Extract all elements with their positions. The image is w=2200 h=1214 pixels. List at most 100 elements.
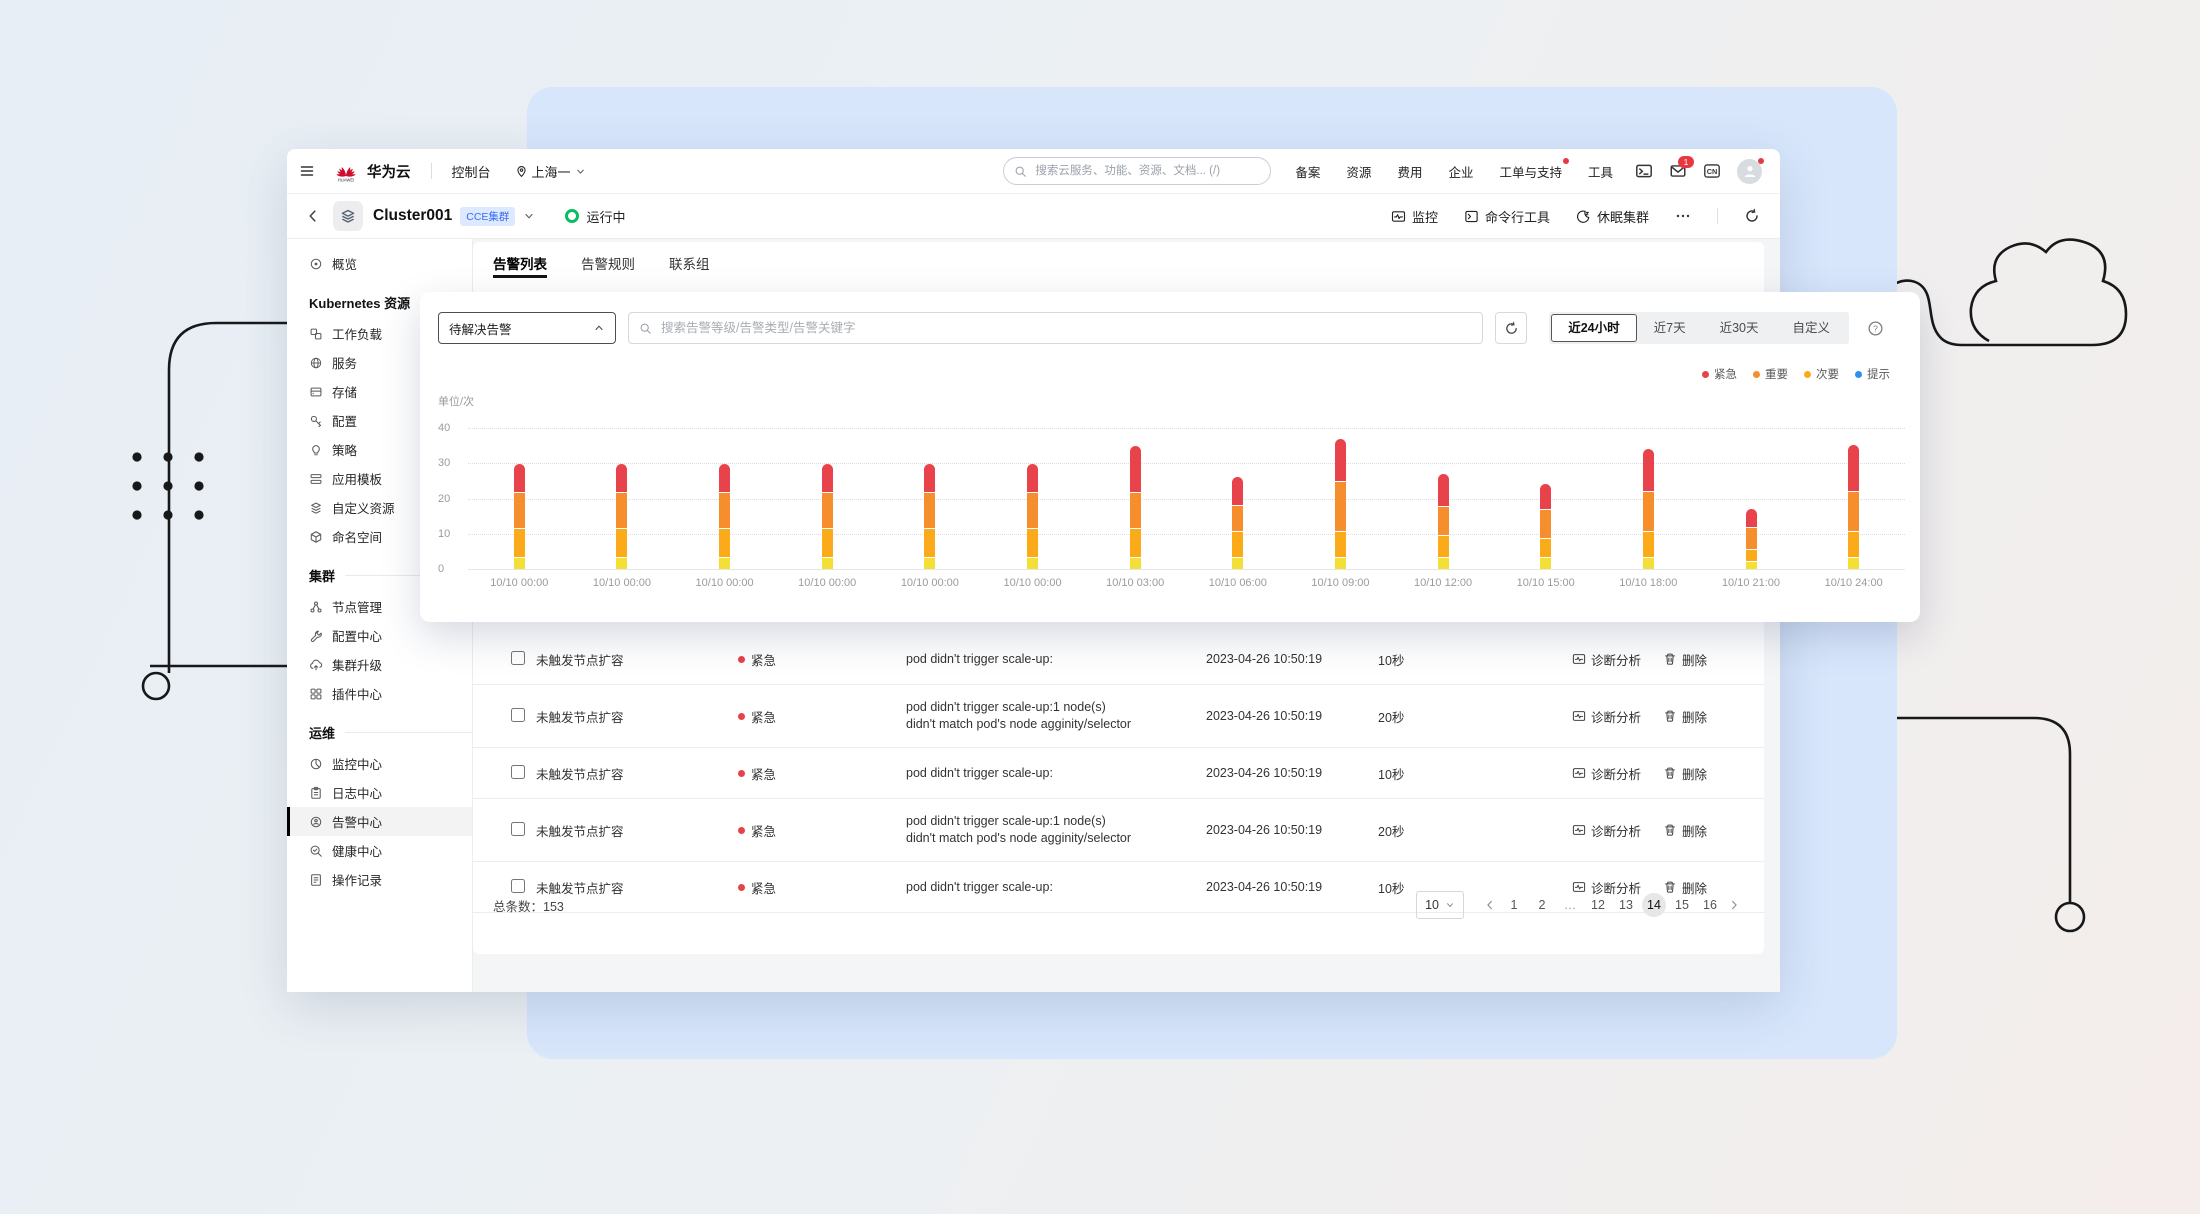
alert-search-input[interactable]: [659, 320, 1472, 336]
top-link-资源[interactable]: 资源: [1346, 162, 1371, 181]
page-number-2[interactable]: 2: [1530, 893, 1554, 917]
tab-告警规则[interactable]: 告警规则: [581, 242, 635, 284]
top-navigation-bar: HUAWEI 华为云 控制台 上海一 备案资源费用企业工单与支持工具 1: [287, 149, 1780, 194]
prev-page-button[interactable]: [1484, 899, 1496, 911]
page-number-16[interactable]: 16: [1698, 893, 1722, 917]
row-checkbox[interactable]: [511, 822, 525, 836]
bar-segment-提示: [1540, 558, 1551, 569]
top-link-备案[interactable]: 备案: [1295, 162, 1320, 181]
range-近30天[interactable]: 近30天: [1703, 314, 1776, 342]
hamburger-menu-icon[interactable]: [299, 163, 315, 179]
diagnose-link[interactable]: 诊断分析: [1572, 764, 1641, 783]
decorative-left-line: [169, 323, 290, 673]
cluster-action-休眠集群[interactable]: 休眠集群: [1576, 207, 1649, 226]
diagnose-link[interactable]: 诊断分析: [1572, 821, 1641, 840]
page-number-1[interactable]: 1: [1502, 893, 1526, 917]
chart-bar[interactable]: [1438, 474, 1449, 569]
chart-bar[interactable]: [924, 464, 935, 569]
chart-refresh-button[interactable]: [1495, 312, 1527, 344]
page-number-15[interactable]: 15: [1670, 893, 1694, 917]
sidebar-item-概览[interactable]: 概览: [287, 249, 472, 278]
chart-bar-column: [879, 464, 982, 569]
page-number-13[interactable]: 13: [1614, 893, 1638, 917]
sidebar-section-label: 集群: [309, 566, 335, 585]
delete-link[interactable]: 删除: [1663, 650, 1707, 669]
page-number-14[interactable]: 14: [1642, 893, 1666, 917]
cluster-action-label: 监控: [1412, 207, 1438, 226]
chart-bar[interactable]: [514, 464, 525, 569]
cluster-action-监控[interactable]: 监控: [1391, 207, 1438, 226]
console-link[interactable]: 控制台: [452, 162, 491, 181]
chart-bar[interactable]: [616, 464, 627, 569]
top-links: 备案 资源 费用 企业 工单与支持 工具: [1295, 162, 1613, 181]
global-search[interactable]: [1003, 157, 1271, 185]
range-自定义[interactable]: 自定义: [1775, 314, 1847, 342]
chart-bar[interactable]: [1540, 484, 1551, 569]
top-link-企业[interactable]: 企业: [1448, 162, 1473, 181]
sidebar-item-健康中心[interactable]: 健康中心: [287, 836, 472, 865]
terminal-icon[interactable]: [1635, 162, 1653, 180]
chart-bar[interactable]: [719, 464, 730, 569]
back-button[interactable]: [305, 208, 321, 224]
decorative-left-loop: [143, 673, 169, 699]
tab-告警列表[interactable]: 告警列表: [493, 242, 547, 284]
cmd-icon: [1464, 209, 1479, 224]
tab-联系组[interactable]: 联系组: [669, 242, 710, 284]
bar-segment-紧急: [1746, 509, 1757, 527]
delete-link[interactable]: 删除: [1663, 821, 1707, 840]
alert-search[interactable]: [628, 312, 1483, 344]
sidebar-item-插件中心[interactable]: 插件中心: [287, 679, 472, 708]
top-link-工单与支持[interactable]: 工单与支持: [1499, 162, 1562, 181]
chart-bar[interactable]: [822, 464, 833, 569]
row-checkbox[interactable]: [511, 708, 525, 722]
chart-bar[interactable]: [1232, 477, 1243, 569]
sidebar-item-日志中心[interactable]: 日志中心: [287, 778, 472, 807]
delete-link[interactable]: 删除: [1663, 707, 1707, 726]
chart-bar[interactable]: [1027, 464, 1038, 569]
chart-bar[interactable]: [1130, 446, 1141, 569]
row-checkbox[interactable]: [511, 651, 525, 665]
bar-segment-紧急: [822, 464, 833, 492]
chart-bar[interactable]: [1746, 509, 1757, 569]
chart-bar-column: [1289, 439, 1392, 569]
delete-link[interactable]: 删除: [1663, 764, 1707, 783]
page-number-12[interactable]: 12: [1586, 893, 1610, 917]
sidebar-item-配置中心[interactable]: 配置中心: [287, 621, 472, 650]
diagnose-link[interactable]: 诊断分析: [1572, 650, 1641, 669]
range-近7天[interactable]: 近7天: [1637, 314, 1703, 342]
range-近24小时[interactable]: 近24小时: [1551, 314, 1636, 342]
chart-bar[interactable]: [1848, 445, 1859, 569]
top-link-工具[interactable]: 工具: [1588, 162, 1613, 181]
chart-bar[interactable]: [1643, 449, 1654, 569]
page-size-select[interactable]: 10: [1416, 891, 1464, 919]
sidebar-item-监控中心[interactable]: 监控中心: [287, 749, 472, 778]
bar-segment-重要: [822, 493, 833, 528]
alert-status-select[interactable]: 待解决告警: [438, 312, 616, 344]
row-checkbox[interactable]: [511, 765, 525, 779]
global-search-input[interactable]: [1033, 164, 1260, 178]
next-page-button[interactable]: [1728, 899, 1740, 911]
locale-cn-icon[interactable]: [1703, 162, 1721, 180]
diagnose-link[interactable]: 诊断分析: [1572, 707, 1641, 726]
bar-segment-重要: [924, 493, 935, 528]
key-icon: [309, 414, 323, 428]
bar-segment-提示: [1438, 558, 1449, 569]
top-link-费用[interactable]: 费用: [1397, 162, 1422, 181]
sidebar-item-集群升级[interactable]: 集群升级: [287, 650, 472, 679]
chart-bar-column: [1802, 445, 1905, 569]
sidebar-item-操作记录[interactable]: 操作记录: [287, 865, 472, 894]
more-actions-icon[interactable]: [1675, 208, 1691, 224]
bar-segment-紧急: [1232, 477, 1243, 505]
alert-name-cell: 未触发节点扩容: [536, 650, 738, 669]
avatar[interactable]: [1737, 159, 1762, 184]
mail-icon[interactable]: 1: [1669, 162, 1687, 180]
refresh-icon[interactable]: [1744, 208, 1760, 224]
cluster-action-命令行工具[interactable]: 命令行工具: [1464, 207, 1550, 226]
cluster-switch-chevron-icon[interactable]: [523, 210, 535, 222]
workload-icon: [309, 327, 323, 341]
region-selector[interactable]: 上海一: [515, 162, 586, 181]
help-icon[interactable]: [1867, 320, 1884, 337]
sidebar-item-告警中心[interactable]: 告警中心: [287, 807, 472, 836]
chart-bar[interactable]: [1335, 439, 1346, 569]
monitor-icon: [1391, 209, 1406, 224]
